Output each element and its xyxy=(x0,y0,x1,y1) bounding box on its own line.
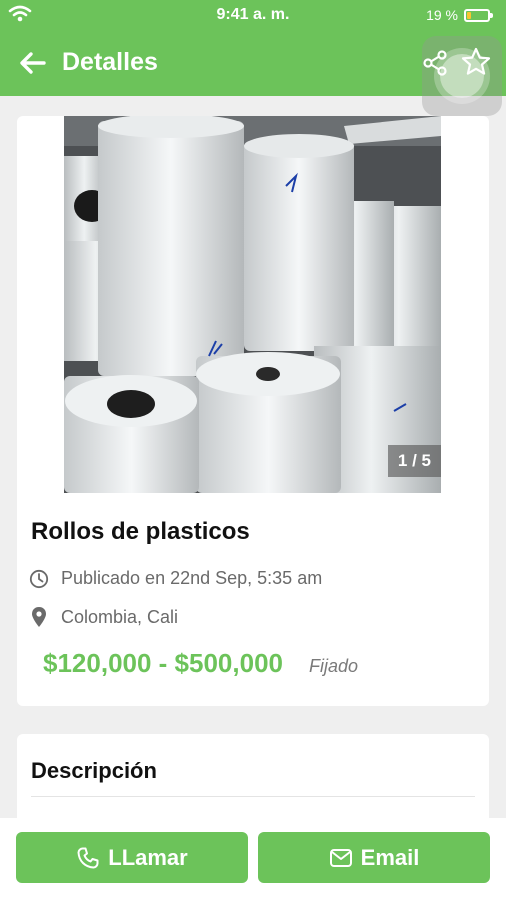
location-pin-icon xyxy=(32,607,46,627)
published-text: Publicado en 22nd Sep, 5:35 am xyxy=(61,568,323,588)
product-image-gallery[interactable]: 1 / 5 xyxy=(64,116,441,493)
share-button[interactable] xyxy=(420,48,450,78)
back-button[interactable] xyxy=(16,46,50,80)
email-button[interactable]: Email xyxy=(258,832,490,883)
page-title: Detalles xyxy=(62,48,158,76)
location-row: Colombia, Cali xyxy=(29,606,178,628)
call-label: LLamar xyxy=(108,844,188,870)
mail-icon xyxy=(329,848,352,867)
bottom-action-bar: LLamar Email xyxy=(0,818,506,900)
product-photo xyxy=(64,116,441,493)
listing-card: 1 / 5 Rollos de plasticos Publicado en 2… xyxy=(17,116,489,706)
listing-title: Rollos de plasticos xyxy=(31,518,250,545)
email-label: Email xyxy=(360,844,420,870)
favorite-button[interactable] xyxy=(460,46,492,78)
status-bar: 9:41 a. m. 19 % xyxy=(0,0,506,30)
star-icon xyxy=(461,47,491,75)
description-heading: Descripción xyxy=(31,758,157,783)
price-range: $120,000 - $500,000 xyxy=(43,648,283,678)
location-text: Colombia, Cali xyxy=(61,606,179,627)
app-bar: Detalles xyxy=(0,30,506,116)
divider xyxy=(31,796,475,797)
share-icon xyxy=(423,50,447,76)
published-row: Publicado en 22nd Sep, 5:35 am xyxy=(29,568,322,589)
battery-indicator: 19 % xyxy=(426,7,493,23)
battery-icon xyxy=(464,8,493,22)
image-counter: 1 / 5 xyxy=(387,445,441,477)
battery-percent: 19 % xyxy=(426,7,458,23)
price-type: Fijado xyxy=(309,656,359,676)
price-row: $120,000 - $500,000 Fijado xyxy=(43,648,358,679)
back-arrow-icon xyxy=(20,52,46,74)
call-button[interactable]: LLamar xyxy=(16,832,248,883)
phone-icon xyxy=(77,847,99,868)
clock-icon xyxy=(29,569,49,588)
